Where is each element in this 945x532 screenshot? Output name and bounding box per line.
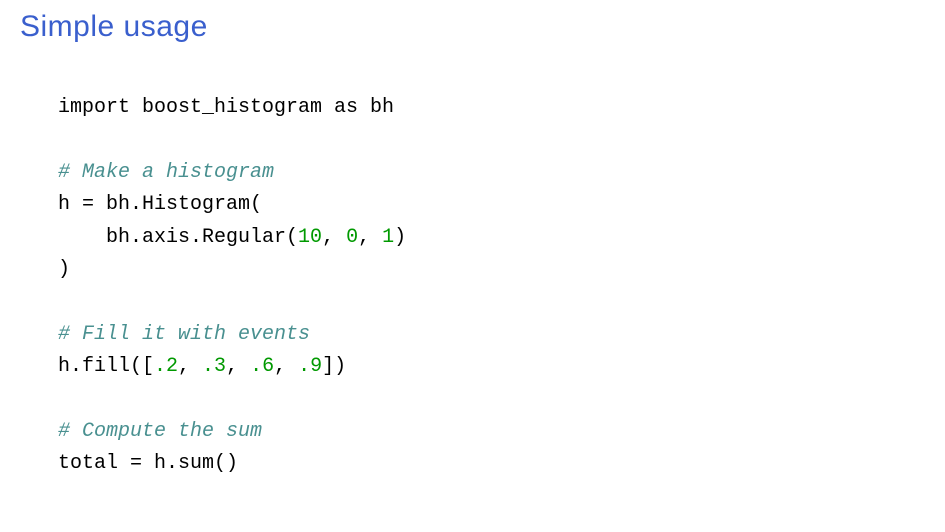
code-line-axis-b: ) <box>394 226 406 249</box>
code-line-axis-a: bh.axis.Regular( <box>58 226 298 249</box>
code-num-0: 0 <box>346 226 358 249</box>
code-val-1: .2 <box>154 355 178 378</box>
code-val-2: .3 <box>202 355 226 378</box>
code-sep-3: , <box>178 355 202 378</box>
code-sep-1: , <box>322 226 346 249</box>
code-line-fill-b: ]) <box>322 355 346 378</box>
code-line-close: ) <box>58 258 70 281</box>
code-sep-5: , <box>274 355 298 378</box>
code-sep-2: , <box>358 226 382 249</box>
code-comment-2: # Fill it with events <box>58 323 310 346</box>
code-line-fill-a: h.fill([ <box>58 355 154 378</box>
code-sep-4: , <box>226 355 250 378</box>
code-line-import: import boost_histogram as bh <box>58 96 394 119</box>
code-comment-1: # Make a histogram <box>58 161 274 184</box>
code-val-3: .6 <box>250 355 274 378</box>
code-num-1: 1 <box>382 226 394 249</box>
slide-title: Simple usage <box>20 10 925 44</box>
code-comment-3: # Compute the sum <box>58 420 262 443</box>
code-val-4: .9 <box>298 355 322 378</box>
code-line-hist-open: h = bh.Histogram( <box>58 193 262 216</box>
code-line-total: total = h.sum() <box>58 452 238 475</box>
code-num-10: 10 <box>298 226 322 249</box>
code-block: import boost_histogram as bh # Make a hi… <box>20 92 925 481</box>
